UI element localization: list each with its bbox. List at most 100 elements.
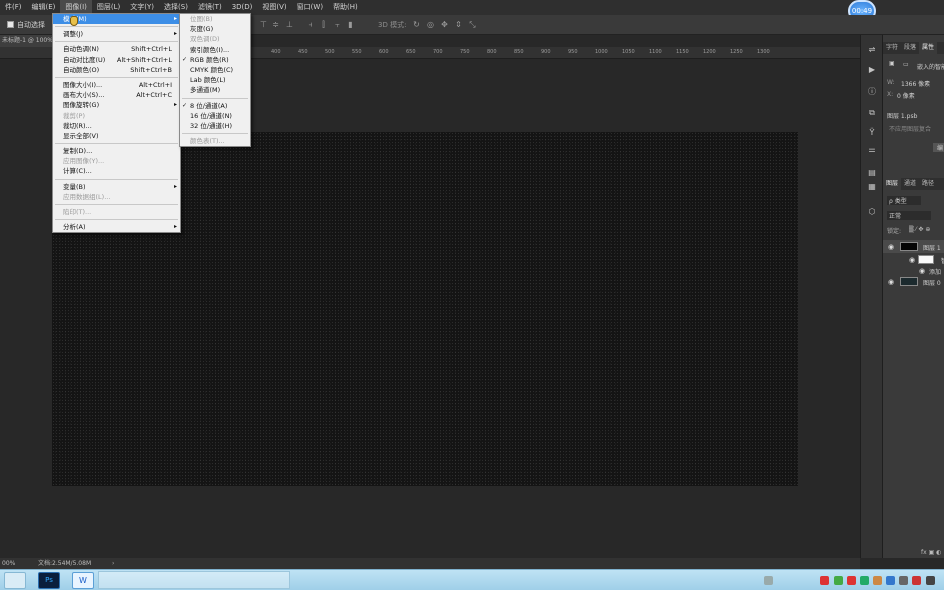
- character-icon[interactable]: Ÿ: [867, 128, 877, 138]
- tab-paragraph[interactable]: 段落: [901, 42, 919, 54]
- menu-option: 应用图像(Y)...: [53, 156, 180, 166]
- tray-app-icon[interactable]: [860, 576, 869, 585]
- fx-icon[interactable]: fx ▣ ◐: [921, 549, 941, 556]
- distribute-right-icon[interactable]: ⫟: [333, 20, 342, 29]
- submenu-arrow-icon: ▸: [173, 182, 177, 190]
- menu-option[interactable]: 图像大小(I)... Alt+Ctrl+I: [53, 80, 180, 90]
- menu-option[interactable]: 自动对比度(U) Alt+Shift+Ctrl+L: [53, 55, 180, 65]
- align-middle-icon[interactable]: ≑: [271, 20, 280, 29]
- layer-row[interactable]: ◉ 图层 0: [883, 275, 944, 288]
- smart-object-icon: ▣: [889, 60, 895, 67]
- visibility-eye-icon[interactable]: ◉: [909, 256, 915, 264]
- menu-item[interactable]: 窗口(W): [292, 0, 328, 15]
- x-label: X:: [887, 91, 894, 98]
- distribute-left-icon[interactable]: ⫞: [306, 20, 315, 29]
- align-top-icon[interactable]: ⊤: [259, 20, 268, 29]
- zoom-level[interactable]: 00%: [2, 558, 15, 569]
- menu-option[interactable]: 自动颜色(O) Shift+Ctrl+B: [53, 65, 180, 75]
- tab-paths[interactable]: 路径: [919, 178, 937, 190]
- layer-comp-select[interactable]: 不应用图层复合: [889, 124, 931, 133]
- menu-option: 位图(B): [180, 14, 250, 24]
- menu-option[interactable]: 图像旋转(G) ▸: [53, 100, 180, 110]
- tab-layers[interactable]: 图层: [883, 178, 902, 190]
- layer-comps-icon[interactable]: ⧉: [867, 108, 877, 118]
- menu-option[interactable]: Lab 颜色(L): [180, 75, 250, 85]
- visibility-eye-icon[interactable]: ◉: [919, 267, 925, 275]
- layer-file: 图层 1.psb: [887, 113, 918, 120]
- menu-option[interactable]: CMYK 颜色(C): [180, 65, 250, 75]
- file-explorer-icon[interactable]: [4, 572, 26, 589]
- history-icon[interactable]: ⇌: [867, 45, 877, 55]
- menu-item[interactable]: 视图(V): [257, 0, 291, 15]
- menu-option-label: 自动色调(N): [63, 45, 99, 54]
- photoshop-taskbar-icon[interactable]: Ps: [38, 572, 60, 589]
- menu-option[interactable]: ✓ RGB 颜色(R): [180, 55, 250, 65]
- tray-network-icon[interactable]: [886, 576, 895, 585]
- info-icon[interactable]: ⓘ: [867, 87, 877, 97]
- lock-icons[interactable]: ▒ ⁄ ✥ ⊕: [909, 226, 930, 233]
- blend-mode-select[interactable]: 正常: [887, 211, 932, 220]
- status-arrow-icon[interactable]: ›: [112, 558, 114, 569]
- auto-align-icon[interactable]: ▮: [346, 20, 355, 29]
- app-taskbar-icon[interactable]: W: [72, 572, 94, 589]
- tab-properties[interactable]: 属性: [919, 42, 938, 54]
- menu-option[interactable]: 计算(C)...: [53, 166, 180, 176]
- roll-3d-icon[interactable]: ◎: [426, 20, 435, 29]
- edit-contents-button[interactable]: 编: [933, 143, 944, 152]
- 3d-panel-icon[interactable]: ⬡: [867, 207, 877, 217]
- menu-option[interactable]: 裁切(R)...: [53, 121, 180, 131]
- menu-option[interactable]: 复制(D)...: [53, 146, 180, 156]
- menu-option[interactable]: 显示全部(V): [53, 131, 180, 141]
- menu-option[interactable]: 16 位/通道(N): [180, 111, 250, 121]
- tray-app-icon[interactable]: [912, 576, 921, 585]
- distribute-center-icon[interactable]: ⫿: [319, 20, 328, 29]
- play-actions-icon[interactable]: ▶: [867, 65, 877, 75]
- menu-option-label: 索引颜色(I)...: [190, 45, 230, 54]
- tray-keyboard-icon[interactable]: [764, 576, 773, 585]
- document-size: 文档:2.54M/5.08M: [38, 560, 92, 567]
- menu-option[interactable]: 变量(B) ▸: [53, 182, 180, 192]
- menu-option-label: 双色调(D): [190, 35, 220, 44]
- visibility-eye-icon[interactable]: ◉: [888, 243, 894, 251]
- menu-option-label: 变量(B): [63, 182, 86, 191]
- layer-filter-select[interactable]: ρ 类型: [887, 196, 921, 205]
- menu-option[interactable]: 灰度(G): [180, 24, 250, 34]
- ruler-tick-label: 1050: [622, 49, 635, 55]
- tray-clock-icon[interactable]: [926, 576, 935, 585]
- menu-option[interactable]: ✓ 8 位/通道(A): [180, 101, 250, 111]
- menu-option[interactable]: 索引颜色(I)...: [180, 45, 250, 55]
- rotate-3d-icon[interactable]: ↻: [412, 20, 421, 29]
- properties-icon[interactable]: ▦: [867, 182, 877, 192]
- layer-row[interactable]: ◉ 图层 1: [883, 240, 944, 253]
- paragraph-icon[interactable]: ▤: [867, 168, 877, 178]
- visibility-eye-icon[interactable]: ◉: [888, 278, 894, 286]
- menu-item[interactable]: 帮助(H): [328, 0, 363, 15]
- w-value[interactable]: 1366 像素: [901, 79, 930, 88]
- adjust-icon[interactable]: ⚌: [867, 145, 877, 155]
- tab-channels[interactable]: 通道: [901, 178, 919, 190]
- ruler-tick-label: 700: [433, 49, 443, 55]
- tray-antivirus-icon[interactable]: [820, 576, 829, 585]
- tray-volume-icon[interactable]: [873, 576, 882, 585]
- tab-character[interactable]: 字符: [883, 42, 901, 54]
- ruler-tick-label: 600: [379, 49, 389, 55]
- menu-option[interactable]: 32 位/通道(H): [180, 121, 250, 131]
- slide-3d-icon[interactable]: ⇕: [454, 20, 463, 29]
- auto-select-checkbox[interactable]: [7, 21, 14, 28]
- drag-3d-icon[interactable]: ✥: [440, 20, 449, 29]
- taskbar-active-window[interactable]: [98, 571, 290, 589]
- align-bottom-icon[interactable]: ⊥: [285, 20, 294, 29]
- x-value[interactable]: 0 像素: [897, 91, 915, 100]
- menu-option[interactable]: 多通道(M): [180, 85, 250, 95]
- tray-app-icon[interactable]: [834, 576, 843, 585]
- tray-ime-icon[interactable]: [899, 576, 908, 585]
- ruler-tick-label: 850: [514, 49, 524, 55]
- menu-option[interactable]: 调整(J) ▸: [53, 29, 180, 39]
- submenu-arrow-icon: ▸: [173, 101, 177, 109]
- tray-app-icon[interactable]: [847, 576, 856, 585]
- menu-option[interactable]: 画布大小(S)... Alt+Ctrl+C: [53, 90, 180, 100]
- menu-item[interactable]: 件(F): [0, 0, 27, 15]
- menu-option[interactable]: 分析(A) ▸: [53, 222, 180, 232]
- scale-3d-icon[interactable]: ⤡: [468, 20, 477, 29]
- menu-option[interactable]: 自动色调(N) Shift+Ctrl+L: [53, 44, 180, 54]
